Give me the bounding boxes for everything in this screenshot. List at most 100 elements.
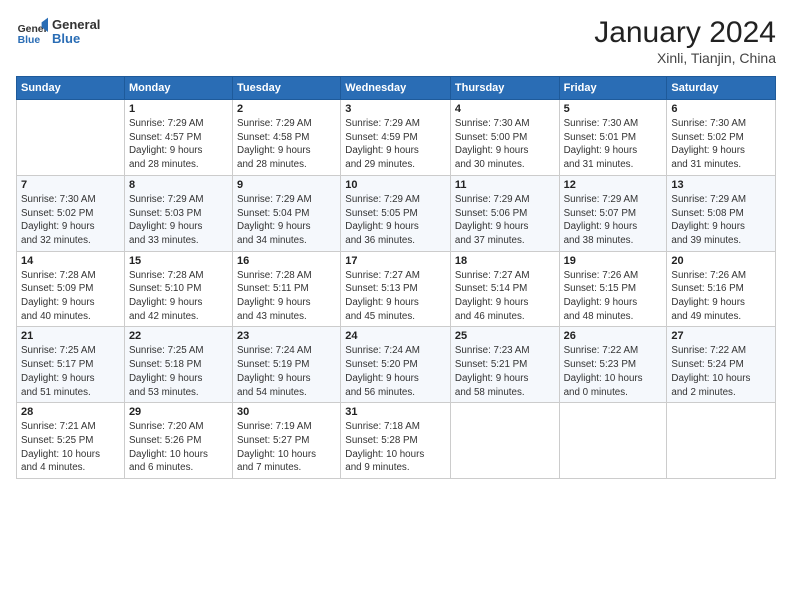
day-number: 24	[345, 330, 446, 342]
day-number: 31	[345, 406, 446, 418]
day-cell: 12 Sunrise: 7:29 AM Sunset: 5:07 PM Dayli…	[559, 175, 667, 251]
day-info: Sunrise: 7:23 AM Sunset: 5:21 PM Dayligh…	[455, 344, 555, 399]
location: Xinli, Tianjin, China	[594, 50, 776, 66]
col-monday: Monday	[124, 77, 232, 100]
day-number: 29	[129, 406, 228, 418]
day-cell	[450, 403, 559, 479]
day-number: 14	[21, 255, 120, 267]
day-number: 25	[455, 330, 555, 342]
day-info: Sunrise: 7:29 AM Sunset: 4:57 PM Dayligh…	[129, 117, 228, 172]
day-cell: 4 Sunrise: 7:30 AM Sunset: 5:00 PM Daylig…	[450, 100, 559, 176]
day-cell	[559, 403, 667, 479]
day-cell	[17, 100, 125, 176]
day-number: 22	[129, 330, 228, 342]
day-info: Sunrise: 7:28 AM Sunset: 5:10 PM Dayligh…	[129, 269, 228, 324]
day-info: Sunrise: 7:27 AM Sunset: 5:14 PM Dayligh…	[455, 269, 555, 324]
day-cell: 21Sunrise: 7:25 AM Sunset: 5:17 PM Dayli…	[17, 327, 125, 403]
day-info: Sunrise: 7:28 AM Sunset: 5:11 PM Dayligh…	[237, 269, 336, 324]
week-row-2: 7 Sunrise: 7:30 AM Sunset: 5:02 PM Daylig…	[17, 175, 776, 251]
week-row-1: 1 Sunrise: 7:29 AM Sunset: 4:57 PM Daylig…	[17, 100, 776, 176]
day-number: 13	[671, 179, 771, 191]
day-cell: 26Sunrise: 7:22 AM Sunset: 5:23 PM Dayli…	[559, 327, 667, 403]
day-number: 6	[671, 103, 771, 115]
day-cell: 31Sunrise: 7:18 AM Sunset: 5:28 PM Dayli…	[341, 403, 451, 479]
day-info: Sunrise: 7:29 AM Sunset: 5:05 PM Dayligh…	[345, 193, 446, 248]
day-cell: 7 Sunrise: 7:30 AM Sunset: 5:02 PM Daylig…	[17, 175, 125, 251]
col-friday: Friday	[559, 77, 667, 100]
day-number: 19	[564, 255, 663, 267]
day-number: 28	[21, 406, 120, 418]
day-info: Sunrise: 7:24 AM Sunset: 5:19 PM Dayligh…	[237, 344, 336, 399]
day-number: 1	[129, 103, 228, 115]
logo-text: General Blue	[52, 18, 100, 47]
day-number: 12	[564, 179, 663, 191]
day-info: Sunrise: 7:26 AM Sunset: 5:16 PM Dayligh…	[671, 269, 771, 324]
day-cell: 11 Sunrise: 7:29 AM Sunset: 5:06 PM Dayli…	[450, 175, 559, 251]
day-cell: 29 Sunrise: 7:20 AM Sunset: 5:26 PM Dayli…	[124, 403, 232, 479]
general-blue-icon: General Blue	[16, 16, 48, 48]
day-number: 7	[21, 179, 120, 191]
day-info: Sunrise: 7:29 AM Sunset: 5:06 PM Dayligh…	[455, 193, 555, 248]
day-info: Sunrise: 7:29 AM Sunset: 5:03 PM Dayligh…	[129, 193, 228, 248]
day-number: 20	[671, 255, 771, 267]
day-cell: 18 Sunrise: 7:27 AM Sunset: 5:14 PM Dayli…	[450, 251, 559, 327]
day-info: Sunrise: 7:30 AM Sunset: 5:01 PM Dayligh…	[564, 117, 663, 172]
day-info: Sunrise: 7:30 AM Sunset: 5:02 PM Dayligh…	[21, 193, 120, 248]
day-info: Sunrise: 7:29 AM Sunset: 5:07 PM Dayligh…	[564, 193, 663, 248]
day-cell: 20 Sunrise: 7:26 AM Sunset: 5:16 PM Dayli…	[667, 251, 776, 327]
day-number: 5	[564, 103, 663, 115]
day-info: Sunrise: 7:28 AM Sunset: 5:09 PM Dayligh…	[21, 269, 120, 324]
calendar-body: 1 Sunrise: 7:29 AM Sunset: 4:57 PM Daylig…	[17, 100, 776, 479]
day-number: 11	[455, 179, 555, 191]
col-tuesday: Tuesday	[233, 77, 341, 100]
day-number: 18	[455, 255, 555, 267]
day-info: Sunrise: 7:29 AM Sunset: 4:59 PM Dayligh…	[345, 117, 446, 172]
day-cell: 30 Sunrise: 7:19 AM Sunset: 5:27 PM Dayli…	[233, 403, 341, 479]
day-info: Sunrise: 7:29 AM Sunset: 5:04 PM Dayligh…	[237, 193, 336, 248]
day-info: Sunrise: 7:25 AM Sunset: 5:18 PM Dayligh…	[129, 344, 228, 399]
day-cell: 9Sunrise: 7:29 AM Sunset: 5:04 PM Daylig…	[233, 175, 341, 251]
day-info: Sunrise: 7:22 AM Sunset: 5:24 PM Dayligh…	[671, 344, 771, 399]
day-cell: 14 Sunrise: 7:28 AM Sunset: 5:09 PM Dayli…	[17, 251, 125, 327]
day-info: Sunrise: 7:29 AM Sunset: 4:58 PM Dayligh…	[237, 117, 336, 172]
day-number: 27	[671, 330, 771, 342]
day-info: Sunrise: 7:20 AM Sunset: 5:26 PM Dayligh…	[129, 420, 228, 475]
day-number: 30	[237, 406, 336, 418]
week-row-3: 14 Sunrise: 7:28 AM Sunset: 5:09 PM Dayli…	[17, 251, 776, 327]
day-cell	[667, 403, 776, 479]
day-number: 23	[237, 330, 336, 342]
day-cell: 10 Sunrise: 7:29 AM Sunset: 5:05 PM Dayli…	[341, 175, 451, 251]
title-block: January 2024 Xinli, Tianjin, China	[594, 16, 776, 66]
day-cell: 16 Sunrise: 7:28 AM Sunset: 5:11 PM Dayli…	[233, 251, 341, 327]
day-number: 26	[564, 330, 663, 342]
day-cell: 25 Sunrise: 7:23 AM Sunset: 5:21 PM Dayli…	[450, 327, 559, 403]
day-info: Sunrise: 7:21 AM Sunset: 5:25 PM Dayligh…	[21, 420, 120, 475]
day-cell: 27 Sunrise: 7:22 AM Sunset: 5:24 PM Dayli…	[667, 327, 776, 403]
day-number: 16	[237, 255, 336, 267]
day-cell: 1 Sunrise: 7:29 AM Sunset: 4:57 PM Daylig…	[124, 100, 232, 176]
logo-blue: Blue	[52, 32, 100, 46]
day-info: Sunrise: 7:19 AM Sunset: 5:27 PM Dayligh…	[237, 420, 336, 475]
day-number: 4	[455, 103, 555, 115]
day-cell: 5 Sunrise: 7:30 AM Sunset: 5:01 PM Daylig…	[559, 100, 667, 176]
col-sunday: Sunday	[17, 77, 125, 100]
page: General Blue General Blue January 2024 X…	[0, 0, 792, 612]
day-number: 15	[129, 255, 228, 267]
svg-text:Blue: Blue	[18, 35, 41, 46]
day-info: Sunrise: 7:30 AM Sunset: 5:00 PM Dayligh…	[455, 117, 555, 172]
day-cell: 6Sunrise: 7:30 AM Sunset: 5:02 PM Daylig…	[667, 100, 776, 176]
day-info: Sunrise: 7:26 AM Sunset: 5:15 PM Dayligh…	[564, 269, 663, 324]
day-cell: 23 Sunrise: 7:24 AM Sunset: 5:19 PM Dayli…	[233, 327, 341, 403]
day-cell: 15 Sunrise: 7:28 AM Sunset: 5:10 PM Dayli…	[124, 251, 232, 327]
day-info: Sunrise: 7:27 AM Sunset: 5:13 PM Dayligh…	[345, 269, 446, 324]
day-info: Sunrise: 7:25 AM Sunset: 5:17 PM Dayligh…	[21, 344, 120, 399]
day-cell: 8Sunrise: 7:29 AM Sunset: 5:03 PM Daylig…	[124, 175, 232, 251]
day-info: Sunrise: 7:29 AM Sunset: 5:08 PM Dayligh…	[671, 193, 771, 248]
calendar-header: Sunday Monday Tuesday Wednesday Thursday…	[17, 77, 776, 100]
day-cell: 22 Sunrise: 7:25 AM Sunset: 5:18 PM Dayli…	[124, 327, 232, 403]
week-row-5: 28 Sunrise: 7:21 AM Sunset: 5:25 PM Dayli…	[17, 403, 776, 479]
day-cell: 3Sunrise: 7:29 AM Sunset: 4:59 PM Daylig…	[341, 100, 451, 176]
day-cell: 24Sunrise: 7:24 AM Sunset: 5:20 PM Dayli…	[341, 327, 451, 403]
day-number: 10	[345, 179, 446, 191]
logo: General Blue General Blue	[16, 16, 100, 48]
